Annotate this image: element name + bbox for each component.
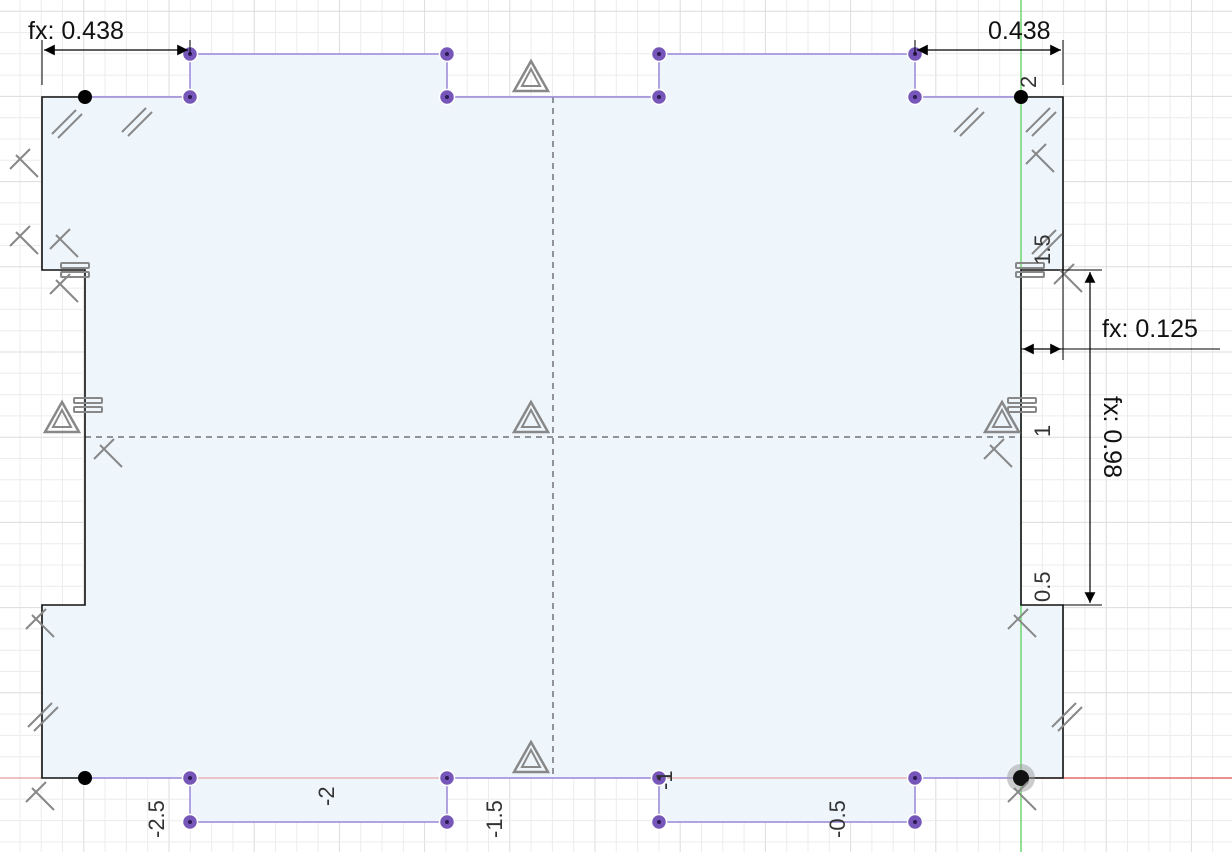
ruler-y-1: 1: [1030, 425, 1055, 437]
corner-point-top-right[interactable]: [1014, 90, 1028, 104]
sketch-point-center: [657, 52, 661, 56]
sketch-point-center: [188, 820, 192, 824]
sketch-point-center: [445, 820, 449, 824]
sketch-viewport[interactable]: fx: 0.438 0.438 fx: 0.125 fx: 0.98 2 1.5…: [0, 0, 1232, 852]
dimension-top-left-label[interactable]: fx: 0.438: [28, 17, 124, 45]
ruler-y-2: 2: [1016, 76, 1041, 88]
dimension-top-right-label[interactable]: 0.438: [988, 17, 1051, 45]
perpendicular-constraint-icon[interactable]: [9, 225, 39, 255]
sketch-point-center: [188, 776, 192, 780]
ruler-x-m2-5: -2.5: [144, 800, 169, 838]
top-right-tab-fill: [659, 54, 915, 97]
dimension-right-notch[interactable]: fx: 0.125: [1021, 270, 1220, 360]
ruler-x-m0-5: -0.5: [825, 800, 850, 838]
sketch-point-center: [445, 52, 449, 56]
ruler-y-1-5: 1.5: [1030, 234, 1055, 265]
sketch-point-center: [913, 95, 917, 99]
sketch-point-center: [913, 776, 917, 780]
sketch-point-center: [445, 776, 449, 780]
top-left-tab-fill: [190, 54, 447, 97]
sketch-point-center: [657, 820, 661, 824]
perpendicular-constraint-icon[interactable]: [25, 781, 55, 811]
ruler-x-m2: -2: [314, 786, 339, 806]
bottom-right-tab-fill: [659, 778, 915, 822]
dimension-right-notch-label[interactable]: fx: 0.125: [1102, 315, 1198, 343]
ruler-y-0-5: 0.5: [1030, 571, 1055, 602]
ruler-x-m1-5: -1.5: [482, 800, 507, 838]
perpendicular-constraint-icon[interactable]: [9, 148, 39, 178]
sketch-canvas[interactable]: fx: 0.438 0.438 fx: 0.125 fx: 0.98 2 1.5…: [0, 0, 1232, 852]
dimension-right-height-label[interactable]: fx: 0.98: [1098, 396, 1126, 478]
sketch-point-center: [445, 95, 449, 99]
sketch-point-center: [913, 820, 917, 824]
corner-point-top-left[interactable]: [78, 90, 92, 104]
sketch-point-center: [657, 95, 661, 99]
corner-point-bottom-left[interactable]: [78, 771, 92, 785]
sketch-point-center: [188, 95, 192, 99]
ruler-x-m1: -1: [652, 770, 677, 790]
